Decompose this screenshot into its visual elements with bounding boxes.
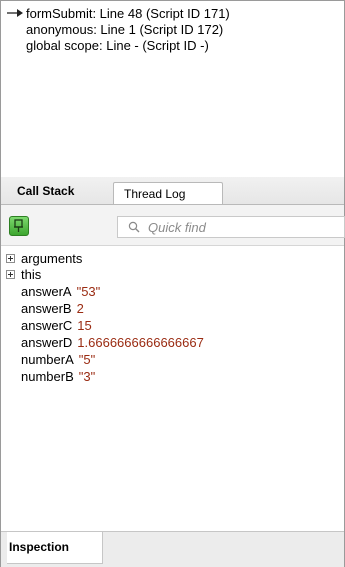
call-stack-frame-label: global scope: Line - (Script ID -) xyxy=(26,38,209,53)
call-stack-list: formSubmit: Line 48 (Script ID 171) anon… xyxy=(1,1,344,177)
property-row[interactable]: answerD 1.6666666666666667 xyxy=(1,335,344,351)
bottom-tab-bar: Inspection xyxy=(1,531,344,567)
inspection-tree: arguments this answerA "53" answerB 2 answ… xyxy=(1,247,344,530)
top-tab-bar: Call Stack Thread Log xyxy=(1,177,344,205)
tree-node-this[interactable]: this xyxy=(1,267,344,283)
property-row[interactable]: answerB 2 xyxy=(1,301,344,317)
call-stack-frame[interactable]: formSubmit: Line 48 (Script ID 171) xyxy=(7,6,230,22)
call-stack-frame-label: formSubmit: Line 48 (Script ID 171) xyxy=(26,6,230,21)
debugger-panel: formSubmit: Line 48 (Script ID 171) anon… xyxy=(0,0,345,567)
property-row[interactable]: numberB "3" xyxy=(1,369,344,385)
property-name: answerD xyxy=(21,335,73,350)
pin-icon xyxy=(14,219,23,232)
call-stack-frame[interactable]: anonymous: Line 1 (Script ID 172) xyxy=(7,22,223,38)
expand-icon[interactable] xyxy=(6,254,15,263)
tree-node-label: this xyxy=(21,267,42,282)
property-name: answerC xyxy=(21,318,73,333)
property-name: answerA xyxy=(21,284,72,299)
current-frame-arrow-icon xyxy=(7,6,26,22)
property-name: answerB xyxy=(21,301,72,316)
property-value: 2 xyxy=(76,301,84,316)
pin-button[interactable] xyxy=(9,216,29,236)
search-icon xyxy=(128,221,140,233)
property-value: 1.6666666666666667 xyxy=(77,335,204,350)
inspection-toolbar xyxy=(1,205,345,246)
property-row[interactable]: answerA "53" xyxy=(1,284,344,300)
property-name: numberB xyxy=(21,369,74,384)
tree-node-arguments[interactable]: arguments xyxy=(1,251,344,267)
property-value: "53" xyxy=(76,284,101,299)
tree-node-label: arguments xyxy=(21,251,83,266)
tab-thread-log[interactable]: Thread Log xyxy=(113,182,223,204)
quick-find-input[interactable] xyxy=(148,218,338,236)
tab-call-stack[interactable]: Call Stack xyxy=(7,180,84,202)
property-value: 15 xyxy=(77,318,92,333)
tab-inspection[interactable]: Inspection xyxy=(7,532,103,564)
quick-find-field[interactable] xyxy=(117,216,345,238)
property-value: "5" xyxy=(78,352,96,367)
call-stack-frame[interactable]: global scope: Line - (Script ID -) xyxy=(7,38,209,54)
call-stack-frame-label: anonymous: Line 1 (Script ID 172) xyxy=(26,22,224,37)
expand-icon[interactable] xyxy=(6,270,15,279)
property-row[interactable]: answerC 15 xyxy=(1,318,344,334)
property-name: numberA xyxy=(21,352,74,367)
property-value: "3" xyxy=(78,369,96,384)
property-row[interactable]: numberA "5" xyxy=(1,352,344,368)
